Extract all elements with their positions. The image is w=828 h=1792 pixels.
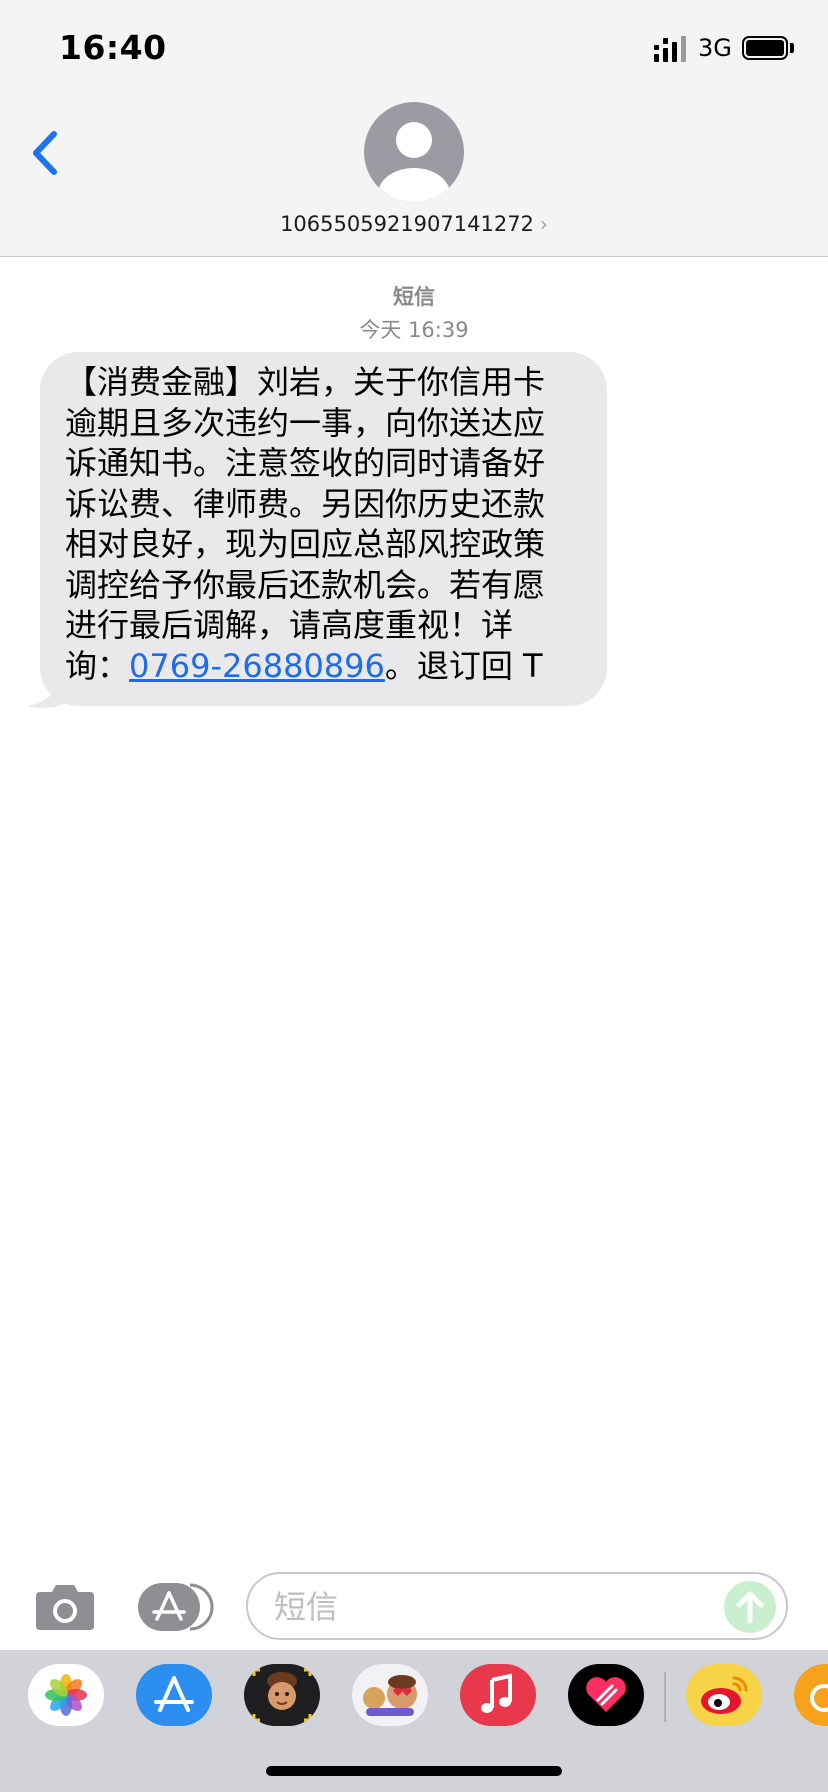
message-line: 【消费金融】刘岩，关于你信用卡 — [65, 363, 546, 401]
message-line-last: 询：0769-26880896。退订回 T — [65, 646, 595, 687]
battery-cap — [790, 43, 794, 53]
partial-app-button[interactable] — [794, 1664, 828, 1726]
back-chevron-icon[interactable] — [26, 128, 66, 178]
message-text: 【消费金融】刘岩，关于你信用卡 逾期且多次违约一事，向你送达应 诉通知书。注意签… — [65, 362, 595, 686]
person-silhouette-icon — [378, 122, 450, 202]
service-label: 短信 — [393, 285, 435, 309]
arrow-up-icon — [736, 1591, 764, 1624]
photos-icon — [45, 1674, 87, 1716]
battery-icon — [742, 36, 788, 60]
app-store-icon — [154, 1676, 194, 1712]
message-line: 相对良好，现为回应总部风控政策 — [65, 525, 546, 563]
weibo-icon — [701, 1676, 748, 1714]
sender-number[interactable]: 1065505921907141272 › — [0, 212, 828, 236]
animoji-stickers-icon — [363, 1675, 417, 1716]
conversation-meta: 短信 今天 16:39 — [0, 281, 828, 344]
memoji-icon — [252, 1668, 312, 1722]
message-line: 诉讼费、律师费。另因你历史还款 — [65, 484, 546, 523]
message-line: 诉通知书。注意签收的同时请备好 — [65, 444, 546, 482]
message-line: 调控给予你最后还款机会。若有愿 — [65, 565, 546, 604]
sender-number-text: 1065505921907141272 — [280, 212, 534, 236]
memoji-stickers-app-button[interactable] — [352, 1664, 428, 1726]
cellular-signal-icon — [654, 36, 686, 62]
message-text-suffix: 。退订回 T — [384, 646, 543, 685]
music-icon — [481, 1673, 512, 1713]
contact-avatar[interactable] — [364, 102, 464, 202]
send-button[interactable] — [724, 1581, 776, 1633]
phone-number-link[interactable]: 0769-26880896 — [129, 647, 385, 685]
memoji-app-button[interactable] — [244, 1664, 320, 1726]
message-input[interactable] — [272, 1585, 716, 1629]
network-type: 3G — [698, 34, 732, 62]
chevron-right-icon: › — [539, 212, 548, 236]
app-store-apps-icon[interactable] — [138, 1583, 214, 1631]
app-partial-icon — [810, 1684, 828, 1712]
weibo-app-button[interactable] — [686, 1664, 762, 1726]
digital-touch-icon — [586, 1677, 626, 1712]
app-store-app-button[interactable] — [136, 1664, 212, 1726]
music-app-button[interactable] — [460, 1664, 536, 1726]
home-indicator[interactable] — [266, 1766, 562, 1776]
drawer-divider — [664, 1672, 666, 1722]
message-input-box[interactable] — [246, 1572, 788, 1640]
digital-touch-app-button[interactable] — [568, 1664, 644, 1726]
message-timestamp: 今天 16:39 — [359, 318, 469, 342]
message-text-prefix: 询： — [65, 646, 130, 685]
status-time: 16:40 — [59, 28, 167, 67]
conversation-header: 16:40 3G 1065505921907141272 › — [0, 0, 828, 257]
camera-icon[interactable] — [34, 1582, 96, 1632]
message-line: 逾期且多次违约一事，向你送达应 — [65, 403, 546, 442]
photos-app-button[interactable] — [28, 1664, 104, 1726]
message-line: 进行最后调解，请高度重视！详 — [65, 606, 514, 644]
